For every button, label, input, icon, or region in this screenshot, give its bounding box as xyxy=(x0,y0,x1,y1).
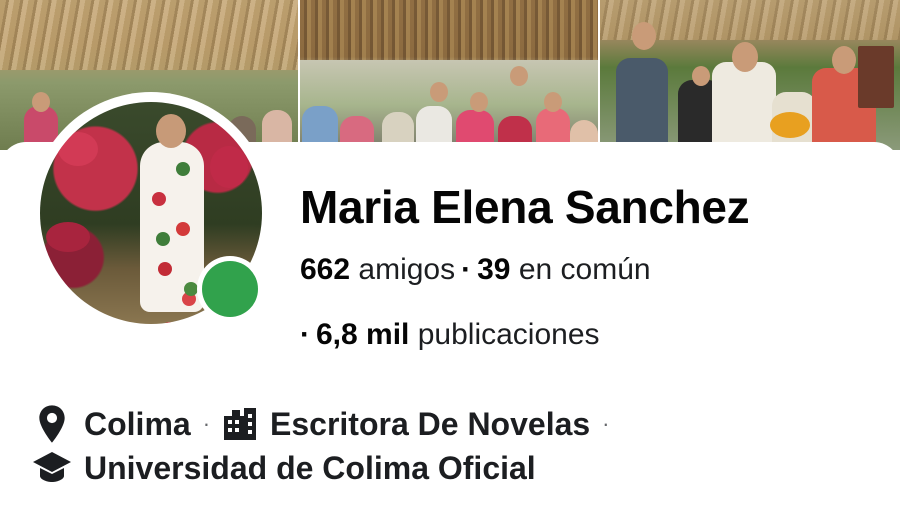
graduation-cap-icon xyxy=(32,448,72,488)
person-head xyxy=(632,22,656,50)
person-figure xyxy=(616,58,668,150)
friends-stats[interactable]: 662 amigos · 39 en común xyxy=(300,250,651,290)
person-head xyxy=(32,92,50,112)
flower-bouquet xyxy=(770,112,810,138)
location-pin-icon xyxy=(32,404,72,444)
separator-dot: · xyxy=(300,318,310,351)
profile-details: Colima · Escritora De Novelas · Universi… xyxy=(32,402,892,490)
thatch-roof xyxy=(300,0,598,60)
person-head xyxy=(832,46,856,74)
work-building-icon xyxy=(220,404,260,444)
person-face xyxy=(156,114,186,148)
thatch-roof xyxy=(0,0,298,70)
cover-divider xyxy=(598,0,600,150)
separator-dot: · xyxy=(202,411,211,436)
person-head xyxy=(692,66,710,86)
cover-photo-3[interactable] xyxy=(600,0,900,150)
education-text[interactable]: Universidad de Colima Oficial xyxy=(84,448,536,488)
posts-count: 6,8 mil xyxy=(316,318,410,351)
wall-frame xyxy=(858,46,894,108)
person-dress xyxy=(140,142,204,312)
work-text[interactable]: Escritora De Novelas xyxy=(270,404,590,444)
separator-dot: · xyxy=(602,411,610,436)
cover-divider xyxy=(298,0,300,150)
person-head xyxy=(732,42,758,72)
posts-label: publicaciones xyxy=(417,318,600,351)
mutual-count: 39 xyxy=(477,253,511,286)
cover-photo-2[interactable] xyxy=(300,0,598,150)
online-status-indicator xyxy=(197,256,263,322)
bougainvillea-flowers xyxy=(58,132,98,166)
bougainvillea-flowers xyxy=(46,222,90,252)
mutual-label: en común xyxy=(518,253,651,286)
person-head xyxy=(544,92,562,112)
details-row-location-work: Colima · Escritora De Novelas · xyxy=(32,402,892,446)
person-head xyxy=(510,66,528,86)
separator-dot: · xyxy=(461,253,472,286)
person-head xyxy=(430,82,448,102)
friends-label: amigos xyxy=(358,253,456,286)
profile-name: Maria Elena Sanchez xyxy=(300,181,750,233)
bougainvillea-flowers xyxy=(210,146,248,188)
person-head xyxy=(470,92,488,112)
posts-stats[interactable]: · 6,8 mil publicaciones xyxy=(300,315,600,355)
location-text[interactable]: Colima xyxy=(84,404,191,444)
details-row-education: Universidad de Colima Oficial xyxy=(32,446,892,490)
friends-count: 662 xyxy=(300,253,351,286)
person-figure xyxy=(712,62,776,150)
